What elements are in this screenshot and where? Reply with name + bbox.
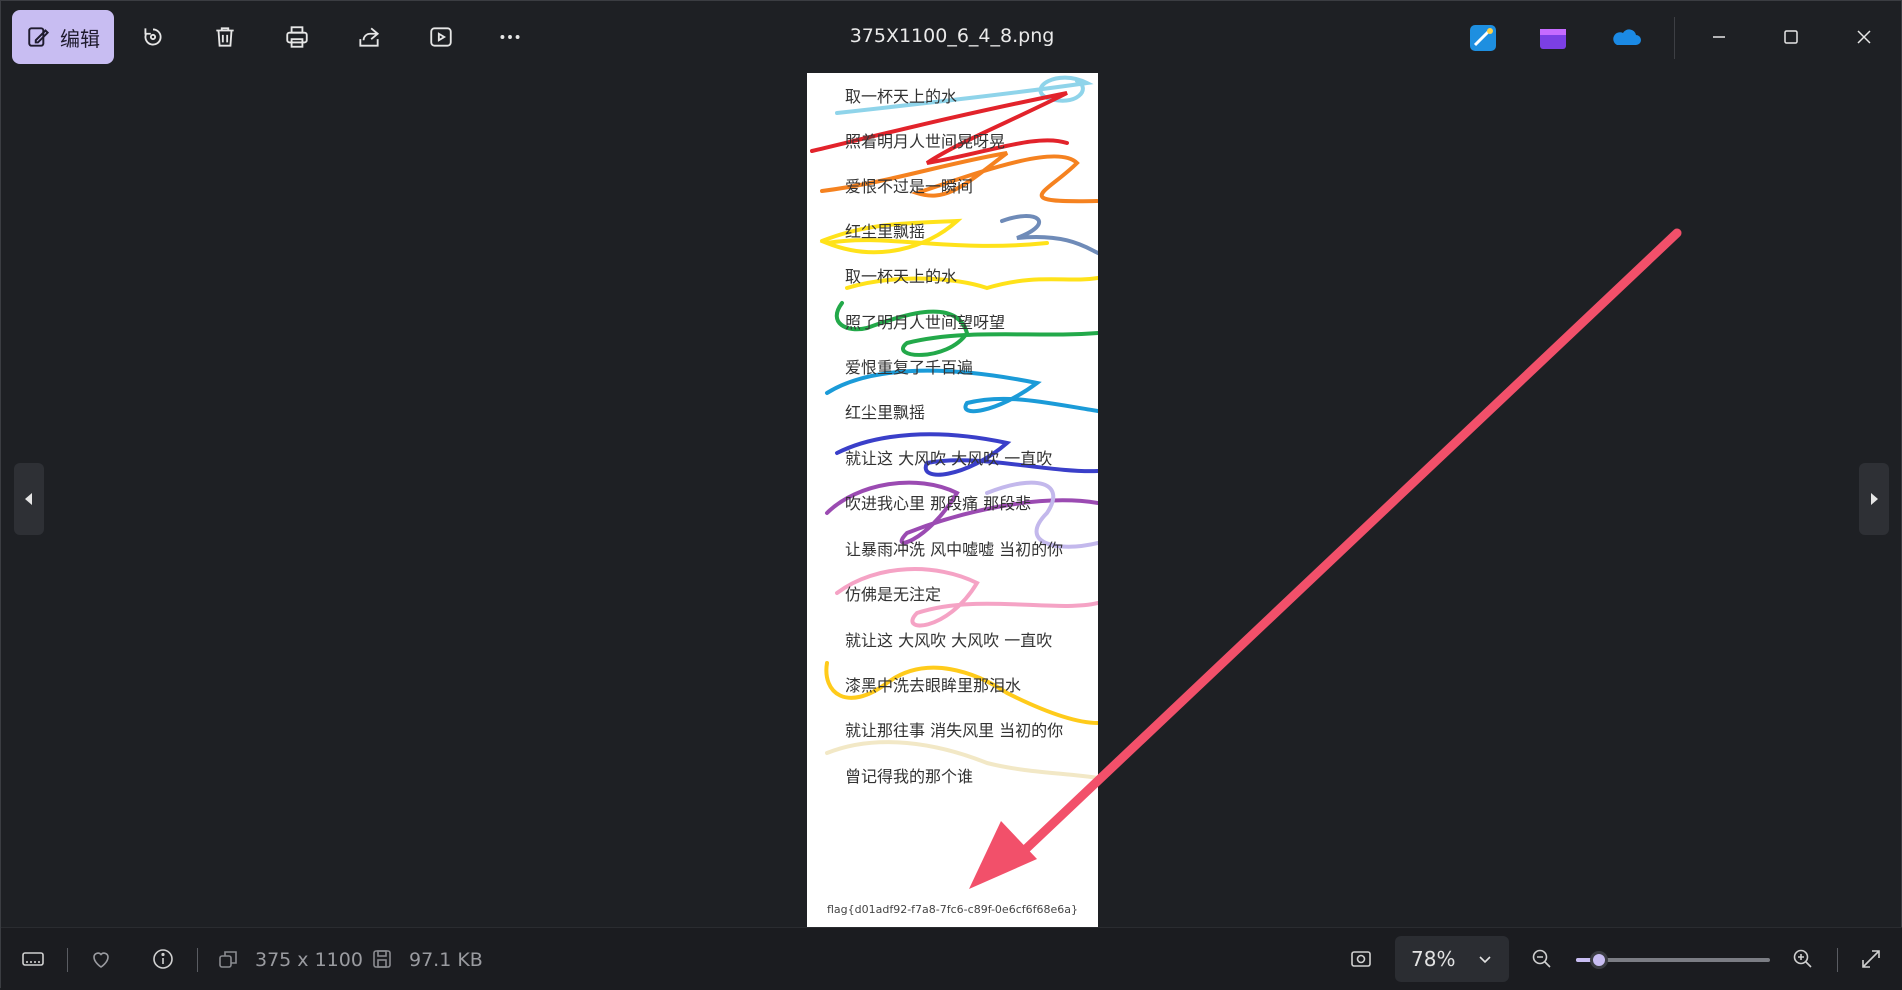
file-size: 97.1 KB bbox=[409, 949, 483, 971]
lyric-line: 就让这 大风吹 大风吹 一直吹 bbox=[845, 631, 1053, 650]
lyric-line: 照了明月人世间望呀望 bbox=[845, 313, 1006, 332]
zoom-level-dropdown[interactable]: 78% bbox=[1395, 936, 1509, 982]
save-disk-icon bbox=[373, 950, 391, 968]
chevron-down-icon bbox=[1479, 956, 1491, 964]
status-divider bbox=[197, 948, 198, 972]
clipchamp-app-icon[interactable] bbox=[1536, 21, 1570, 55]
status-divider bbox=[1837, 948, 1838, 972]
zoom-in-icon bbox=[1793, 949, 1812, 968]
filmstrip-button[interactable] bbox=[18, 944, 48, 974]
minimize-button[interactable] bbox=[1701, 19, 1737, 55]
filmstrip-icon bbox=[22, 952, 44, 966]
status-bar: 375 x 1100 97.1 KB 78% bbox=[1, 927, 1902, 990]
zoom-level-value: 78% bbox=[1411, 947, 1456, 971]
actual-size-icon bbox=[1351, 951, 1371, 967]
lyric-line: 吹进我心里 那段痛 那段悲 bbox=[845, 494, 1032, 513]
info-icon bbox=[153, 949, 173, 969]
displayed-image: 取一杯天上的水 照着明月人世间晃呀晃 爱恨不过是一瞬间 红尘里飘摇 取一杯天上的… bbox=[807, 73, 1098, 927]
lyric-line: 爱恨不过是一瞬间 bbox=[845, 177, 974, 196]
maximize-button[interactable] bbox=[1773, 19, 1809, 55]
next-image-button[interactable] bbox=[1859, 463, 1889, 535]
zoom-slider[interactable] bbox=[1576, 951, 1770, 969]
close-button[interactable] bbox=[1846, 19, 1882, 55]
lyric-line: 就让这 大风吹 大风吹 一直吹 bbox=[845, 449, 1053, 468]
zoom-slider-thumb[interactable] bbox=[1590, 951, 1609, 969]
maximize-icon bbox=[1784, 30, 1798, 44]
lyric-line: 仿佛是无注定 bbox=[845, 585, 942, 604]
dimensions-icon-wrap bbox=[213, 944, 243, 974]
image-dimensions: 375 x 1100 bbox=[255, 949, 363, 971]
close-icon bbox=[1857, 30, 1871, 44]
actual-size-button[interactable] bbox=[1346, 944, 1376, 974]
filesize-icon-wrap bbox=[367, 944, 397, 974]
top-toolbar: 编辑 375X1100_6_4_8.png bbox=[1, 1, 1902, 73]
lyric-line: 让暴雨冲洗 风中嘘嘘 当初的你 bbox=[845, 540, 1064, 559]
triangle-left-icon bbox=[25, 493, 32, 505]
zoom-out-icon bbox=[1532, 949, 1551, 968]
lyric-line: 红尘里飘摇 bbox=[845, 403, 926, 422]
heart-icon bbox=[93, 952, 109, 968]
flag-text: flag{d01adf92-f7a8-7fc6-c89f-0e6cf6f68e6… bbox=[826, 903, 1078, 916]
triangle-right-icon bbox=[1871, 493, 1878, 505]
previous-image-button[interactable] bbox=[14, 463, 44, 535]
minimize-icon bbox=[1713, 36, 1725, 38]
lyric-line: 就让那往事 消失风里 当初的你 bbox=[845, 721, 1064, 740]
lyric-line: 漆黑中洗去眼眸里那泪水 bbox=[845, 676, 1022, 695]
zoom-in-button[interactable] bbox=[1788, 944, 1818, 974]
expand-icon bbox=[1862, 950, 1880, 968]
photos-window: 编辑 375X1100_6_4_8.png 取一杯天上的水 照着明月人世间晃呀晃… bbox=[0, 0, 1902, 990]
designer-app-icon[interactable] bbox=[1466, 21, 1500, 55]
lyric-line: 红尘里飘摇 bbox=[845, 222, 926, 241]
lyric-line: 照着明月人世间晃呀晃 bbox=[845, 132, 1006, 151]
fullscreen-button[interactable] bbox=[1856, 944, 1886, 974]
onedrive-app-icon[interactable] bbox=[1609, 21, 1643, 55]
lyric-line: 爱恨重复了千百遍 bbox=[845, 358, 974, 377]
toolbar-divider bbox=[1674, 17, 1675, 59]
info-button[interactable] bbox=[148, 944, 178, 974]
status-divider bbox=[67, 948, 68, 972]
lyric-line: 曾记得我的那个谁 bbox=[845, 767, 974, 786]
zoom-out-button[interactable] bbox=[1527, 944, 1557, 974]
resolution-icon bbox=[219, 951, 237, 968]
lyric-line: 取一杯天上的水 bbox=[845, 87, 958, 106]
favorite-button[interactable] bbox=[86, 944, 116, 974]
lyric-line: 取一杯天上的水 bbox=[845, 267, 958, 286]
